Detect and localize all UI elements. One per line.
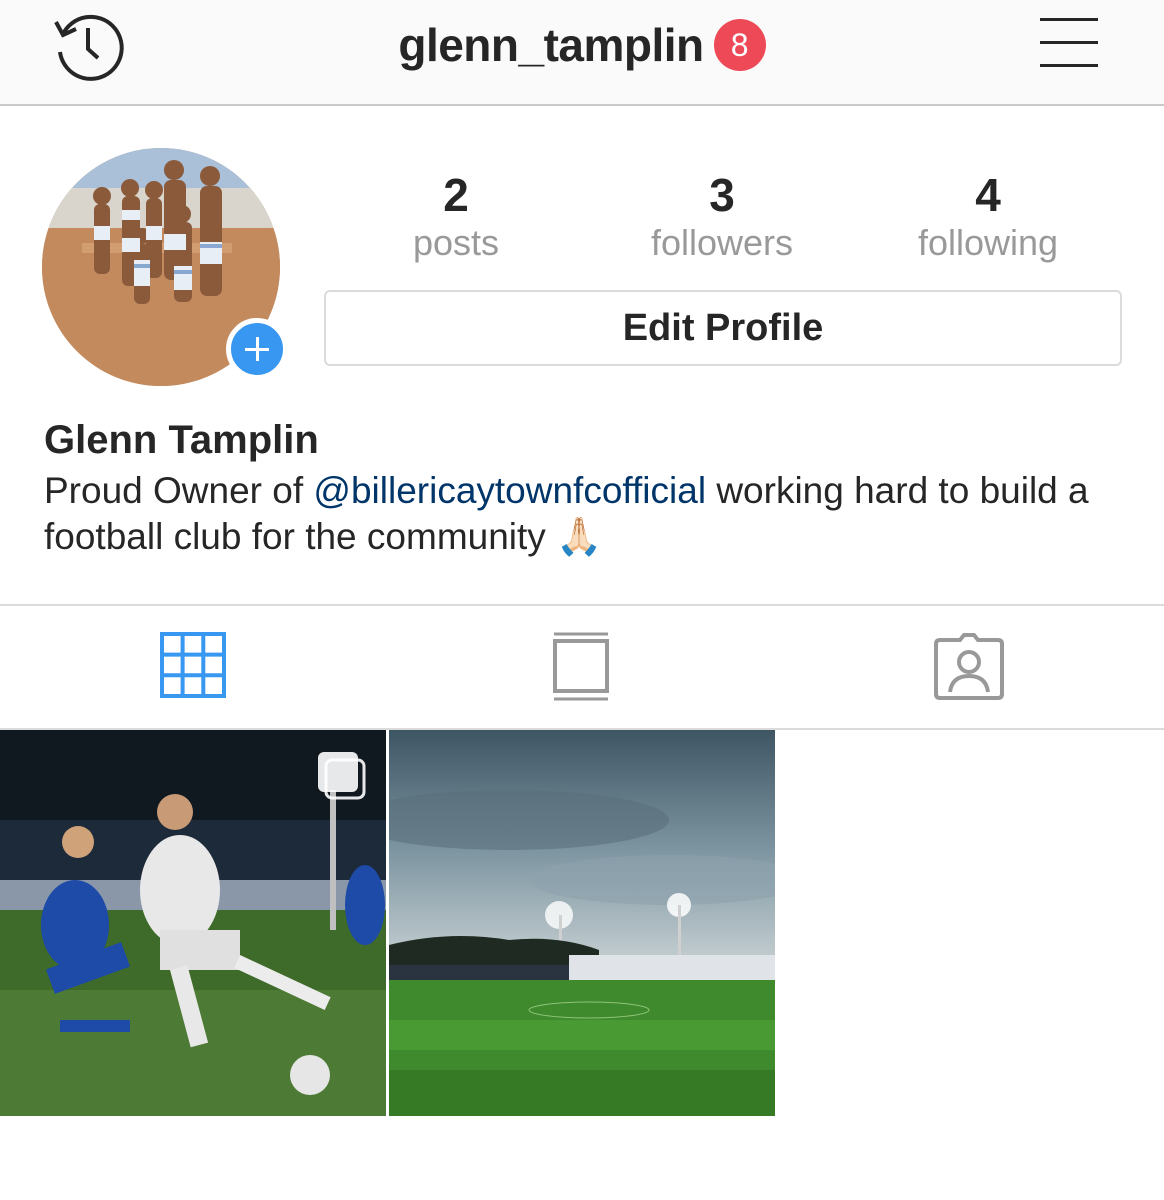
- top-bar: glenn_tamplin 8: [0, 0, 1164, 106]
- stadium-photo: [389, 730, 775, 1116]
- followers-count: 3: [709, 169, 735, 221]
- add-story-button[interactable]: [226, 318, 288, 380]
- post-thumbnail-football-match[interactable]: [0, 730, 386, 1116]
- following-count: 4: [975, 169, 1001, 221]
- profile-full-name: Glenn Tamplin: [44, 418, 319, 462]
- followers-stat[interactable]: 3 followers: [602, 168, 842, 264]
- followers-label: followers: [650, 222, 794, 263]
- grid-icon[interactable]: [160, 632, 226, 698]
- edit-profile-button[interactable]: Edit Profile: [324, 290, 1122, 366]
- feed-icon[interactable]: [552, 632, 610, 702]
- praying-hands-emoji: 🙏🏻: [556, 516, 603, 557]
- hamburger-menu-icon[interactable]: [1040, 16, 1106, 72]
- profile-bio: Proud Owner of @billericaytownfcofficial…: [44, 468, 1124, 560]
- football-match-photo: [0, 730, 386, 1116]
- bio-text: Proud Owner of: [44, 470, 314, 511]
- profile-tabs: [0, 604, 1164, 730]
- tagged-photos-icon[interactable]: [934, 632, 1004, 702]
- post-thumbnail-stadium[interactable]: [389, 730, 775, 1116]
- following-stat[interactable]: 4 following: [868, 168, 1108, 264]
- username[interactable]: glenn_tamplin: [398, 19, 704, 71]
- posts-label: posts: [412, 222, 500, 263]
- bio-mention-link[interactable]: @billericaytownfcofficial: [313, 470, 706, 511]
- posts-stat[interactable]: 2 posts: [336, 168, 576, 264]
- following-label: following: [917, 222, 1059, 263]
- posts-count: 2: [443, 169, 469, 221]
- notification-badge[interactable]: 8: [713, 19, 766, 71]
- header-title[interactable]: glenn_tamplin 8: [0, 18, 1164, 72]
